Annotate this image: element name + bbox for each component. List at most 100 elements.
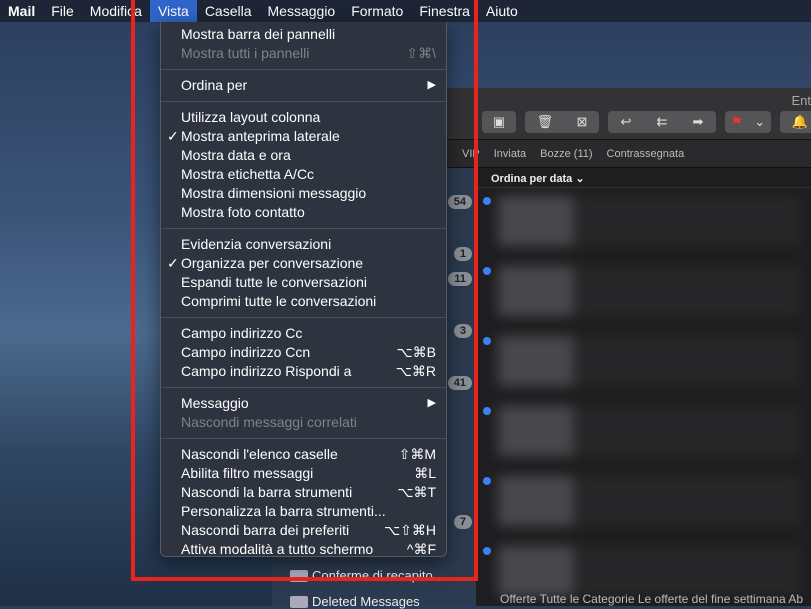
menu-item: Nascondi messaggi correlati	[161, 413, 446, 432]
menu-item-shortcut: ⌘L	[414, 465, 436, 481]
unread-dot	[483, 477, 491, 485]
folder-label: Conferme di recapito	[312, 568, 433, 583]
menu-item[interactable]: Abilita filtro messaggi ⌘L	[161, 464, 446, 483]
menu-item[interactable]: Campo indirizzo Cc	[161, 324, 446, 343]
menu-item[interactable]: Messaggio ▶	[161, 394, 446, 413]
forward-icon: ➡	[692, 114, 704, 129]
menu-item-shortcut: ^⌘F	[406, 541, 436, 557]
unread-dot	[483, 547, 491, 555]
submenu-arrow-icon: ▶	[427, 79, 436, 91]
menu-item-shortcut: ⌥⌘T	[397, 484, 436, 500]
menu-item[interactable]: ✓ Organizza per conversazione	[161, 254, 446, 273]
folder-deleted[interactable]: Deleted Messages	[290, 594, 420, 609]
menu-casella[interactable]: Casella	[197, 0, 260, 22]
menu-file[interactable]: File	[43, 0, 82, 22]
reply-all-icon: ⇇	[656, 114, 668, 129]
menu-separator	[161, 222, 446, 235]
menu-separator	[161, 432, 446, 445]
unread-badge: 7	[453, 515, 472, 529]
menu-item[interactable]: Ordina per ▶	[161, 76, 446, 95]
menu-modifica[interactable]: Modifica	[82, 0, 150, 22]
menu-item-label: Nascondi barra dei preferiti	[181, 522, 350, 538]
flag-icon: ⚑	[730, 114, 743, 129]
menu-item[interactable]: Personalizza la barra strumenti...	[161, 502, 446, 521]
menu-item[interactable]: Attiva modalità a tutto schermo ^⌘F	[161, 540, 446, 559]
menu-item-label: Campo indirizzo Ccn	[181, 344, 311, 360]
fav-bozze[interactable]: Bozze (11)	[540, 148, 592, 160]
menu-formato[interactable]: Formato	[343, 0, 411, 22]
unread-badge: 3	[453, 324, 472, 338]
menu-item[interactable]: ✓ Mostra anteprima laterale	[161, 127, 446, 146]
menu-separator	[161, 311, 446, 324]
flag-button[interactable]: ⚑ ⌄	[725, 111, 771, 133]
menu-item-label: Mostra barra dei pannelli	[181, 26, 336, 42]
fav-inviata[interactable]: Inviata	[494, 148, 526, 160]
menu-item-label: Abilita filtro messaggi	[181, 465, 314, 481]
archive-button[interactable]: ▣	[482, 111, 516, 133]
menu-vista[interactable]: Vista	[149, 0, 197, 22]
menu-item-label: Utilizza layout colonna	[181, 109, 321, 125]
message-item[interactable]	[498, 196, 801, 246]
menu-item[interactable]: Campo indirizzo Ccn ⌥⌘B	[161, 343, 446, 362]
bell-icon: 🔔	[791, 114, 809, 129]
message-item[interactable]	[498, 476, 801, 526]
menu-item-label: Mostra anteprima laterale	[181, 128, 340, 144]
unread-dot	[483, 407, 491, 415]
menu-item[interactable]: Campo indirizzo Rispondi a ⌥⌘R	[161, 362, 446, 381]
folder-label: Deleted Messages	[312, 594, 420, 609]
menu-item: Mostra tutti i pannelli ⇧⌘\	[161, 44, 446, 63]
menu-separator	[161, 63, 446, 76]
menu-item-label: Mostra data e ora	[181, 147, 291, 163]
menu-item-label: Campo indirizzo Rispondi a	[181, 363, 352, 379]
menu-item-label: Messaggio	[181, 395, 249, 411]
menu-item-shortcut: ⌥⌘R	[395, 363, 436, 379]
message-item[interactable]	[498, 546, 801, 596]
menu-separator	[161, 95, 446, 108]
delete-junk-buttons[interactable]: 🗑 ⊠	[525, 111, 599, 133]
menu-item-label: Nascondi messaggi correlati	[181, 414, 357, 430]
menu-item[interactable]: Evidenzia conversazioni	[161, 235, 446, 254]
menu-item[interactable]: Utilizza layout colonna	[161, 108, 446, 127]
unread-dot	[483, 267, 491, 275]
menu-item[interactable]: Mostra foto contatto	[161, 203, 446, 222]
menu-item[interactable]: Mostra barra dei pannelli	[161, 25, 446, 44]
fav-vip[interactable]: VIP	[462, 148, 480, 160]
mute-button[interactable]: 🔔	[780, 111, 811, 133]
menu-item-label: Espandi tutte le conversazioni	[181, 274, 367, 290]
reply-icon: ↩	[620, 114, 632, 129]
menu-item[interactable]: Espandi tutte le conversazioni	[161, 273, 446, 292]
checkmark-icon: ✓	[167, 255, 179, 271]
menu-item[interactable]: Comprimi tutte le conversazioni	[161, 292, 446, 311]
junk-icon: ⊠	[576, 114, 588, 129]
menu-item[interactable]: Nascondi barra dei preferiti ⌥⇧⌘H	[161, 521, 446, 540]
folder-icon	[290, 569, 308, 582]
folder-conferme[interactable]: Conferme di recapito	[290, 568, 433, 583]
menu-item-shortcut: ⇧⌘\	[406, 45, 436, 61]
unread-badge: 11	[448, 272, 472, 286]
menu-separator	[161, 381, 446, 394]
fav-contrassegnata[interactable]: Contrassegnata	[607, 148, 685, 160]
message-item[interactable]	[498, 266, 801, 316]
menu-item-label: Personalizza la barra strumenti...	[181, 503, 386, 519]
message-item[interactable]	[498, 406, 801, 456]
message-item[interactable]	[498, 336, 801, 386]
sort-label: Ordina per data	[491, 173, 573, 185]
menu-item-label: Mostra foto contatto	[181, 204, 305, 220]
menu-item[interactable]: Nascondi l'elenco caselle ⇧⌘M	[161, 445, 446, 464]
menu-finestra[interactable]: Finestra	[411, 0, 478, 22]
menu-item-label: Campo indirizzo Cc	[181, 325, 303, 341]
menu-item-shortcut: ⇧⌘M	[398, 446, 436, 462]
reply-buttons[interactable]: ↩ ⇇ ➡	[608, 111, 716, 133]
menu-item[interactable]: Mostra dimensioni messaggio	[161, 184, 446, 203]
window-title: Ent	[791, 93, 811, 108]
menu-item-label: Evidenzia conversazioni	[181, 236, 332, 252]
menu-item[interactable]: Mostra data e ora	[161, 146, 446, 165]
chevron-down-icon: ⌄	[754, 114, 766, 129]
menu-messaggio[interactable]: Messaggio	[260, 0, 344, 22]
menu-aiuto[interactable]: Aiuto	[478, 0, 526, 22]
menu-item[interactable]: Mostra etichetta A/Cc	[161, 165, 446, 184]
menu-item[interactable]: Nascondi la barra strumenti ⌥⌘T	[161, 483, 446, 502]
menu-item-label: Mostra etichetta A/Cc	[181, 166, 315, 182]
menu-app-mail[interactable]: Mail	[0, 0, 43, 22]
sort-button[interactable]: Ordina per data ⌄	[476, 168, 811, 188]
